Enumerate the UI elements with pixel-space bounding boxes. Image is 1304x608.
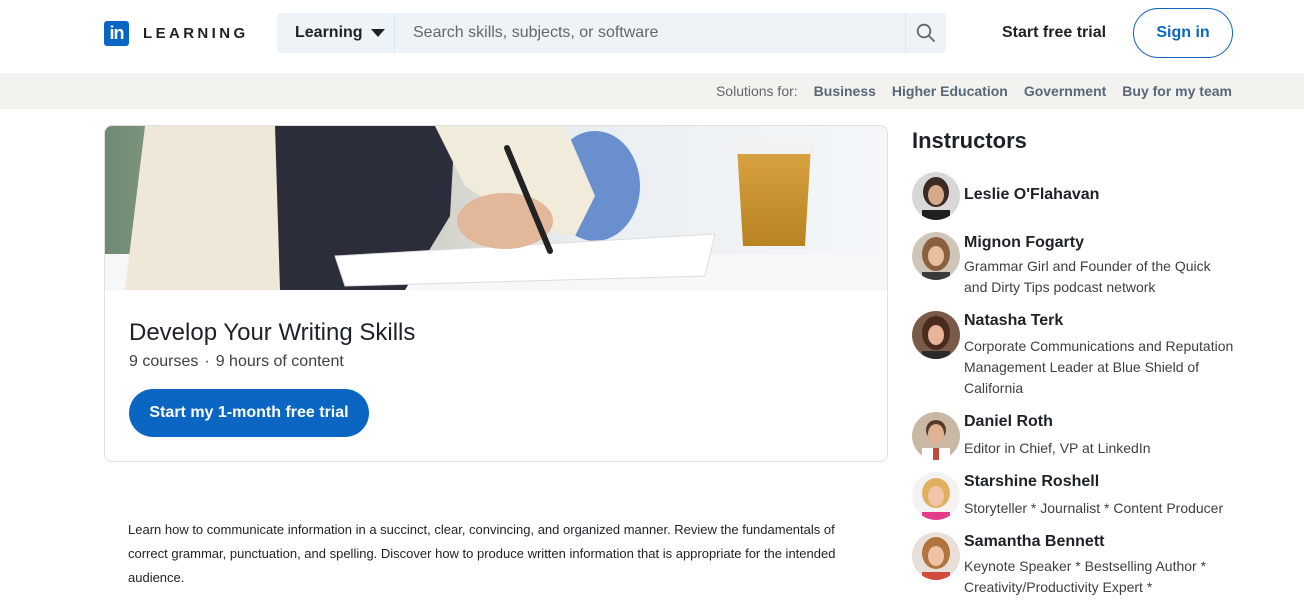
solutions-nav: Solutions for: Business Higher Education… (0, 73, 1304, 109)
instructors-heading: Instructors (912, 128, 1027, 153)
avatar (912, 532, 960, 580)
course-meta: 9 courses · 9 hours of content (129, 353, 344, 371)
avatar (912, 232, 960, 280)
avatar (912, 412, 960, 460)
content-hours: 9 hours of content (215, 353, 344, 370)
start-free-trial-button[interactable]: Start my 1-month free trial (129, 389, 369, 437)
instructor-name: Mignon Fogarty (964, 234, 1084, 251)
instructor-title: Storyteller * Journalist * Content Produ… (964, 500, 1224, 516)
solutions-link-business[interactable]: Business (814, 83, 876, 99)
site-header: in LEARNING Learning Start free trial Si… (0, 0, 1304, 72)
instructor-title: Corporate Communications and Reputation … (964, 338, 1234, 396)
instructor-title: Editor in Chief, VP at LinkedIn (964, 440, 1151, 456)
avatar (912, 311, 960, 359)
avatar (912, 172, 960, 220)
linkedin-in-logo-icon: in (104, 21, 129, 46)
meta-separator: · (204, 353, 210, 370)
search-scope-label: Learning (295, 24, 363, 41)
solutions-link-higher-education[interactable]: Higher Education (892, 83, 1008, 99)
solutions-label: Solutions for: (715, 83, 798, 99)
instructor-title: Keynote Speaker * Bestselling Author * C… (964, 558, 1207, 595)
instructor-name: Leslie O'Flahavan (964, 186, 1100, 203)
search-input[interactable] (395, 13, 905, 53)
linkedin-learning-logo[interactable]: in LEARNING (104, 21, 249, 46)
course-title: Develop Your Writing Skills (129, 319, 416, 346)
instructor-title: Grammar Girl and Founder of the Quick an… (964, 258, 1211, 295)
sign-in-button[interactable]: Sign in (1133, 8, 1233, 58)
search-scope-dropdown[interactable]: Learning (277, 13, 395, 53)
instructor-name: Starshine Roshell (964, 473, 1100, 490)
hero-image (105, 126, 887, 290)
instructor-name: Natasha Terk (964, 312, 1064, 329)
caret-down-icon (370, 29, 385, 37)
logo-text: LEARNING (143, 25, 249, 42)
instructor-name: Daniel Roth (964, 413, 1053, 430)
search-bar: Learning (277, 13, 946, 53)
learning-path-card: Develop Your Writing Skills 9 courses · … (104, 125, 888, 462)
course-description: Learn how to communicate information in … (128, 522, 836, 585)
start-free-trial-link[interactable]: Start free trial (1002, 24, 1106, 42)
search-button[interactable] (905, 13, 946, 53)
solutions-link-government[interactable]: Government (1024, 83, 1106, 99)
instructor-name: Samantha Bennett (964, 533, 1105, 550)
search-icon (916, 23, 935, 42)
avatar (912, 472, 960, 520)
solutions-link-buy-for-team[interactable]: Buy for my team (1122, 83, 1232, 99)
courses-count: 9 courses (129, 353, 199, 370)
